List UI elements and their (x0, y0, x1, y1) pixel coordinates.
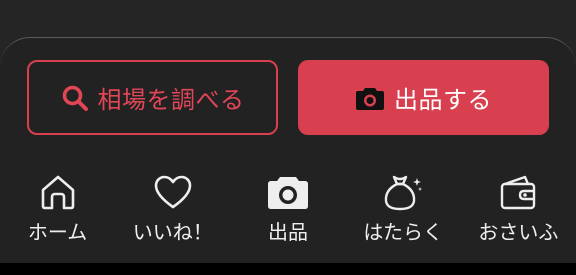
nav-label-likes: いいね！ (132, 220, 213, 244)
home-icon (39, 170, 77, 214)
sell-button[interactable]: 出品する (298, 60, 549, 135)
camera-icon (267, 170, 309, 214)
app-screen: 相場を調べる 出品する ホーム いいね！ 出品 はたらく おさいふ (0, 0, 576, 275)
nav-item-likes[interactable]: いいね！ (115, 170, 230, 245)
nav-item-sell[interactable]: 出品 (230, 170, 345, 245)
sell-label: 出品する (394, 86, 492, 114)
nav-item-home[interactable]: ホーム (0, 170, 115, 245)
nav-label-work: はたらく (363, 220, 444, 244)
heart-icon (153, 170, 193, 214)
nav-label-sell: 出品 (268, 220, 308, 244)
money-bag-icon (382, 170, 424, 214)
nav-item-wallet[interactable]: おさいふ (461, 170, 576, 245)
search-price-button[interactable]: 相場を調べる (27, 60, 278, 135)
wallet-icon (499, 170, 537, 214)
camera-icon (355, 85, 385, 111)
system-bar (0, 263, 576, 275)
bottom-navigation: ホーム いいね！ 出品 はたらく おさいふ (0, 170, 576, 245)
search-price-label: 相場を調べる (97, 86, 245, 114)
action-row: 相場を調べる 出品する (0, 60, 576, 136)
nav-item-work[interactable]: はたらく (346, 170, 461, 245)
nav-label-home: ホーム (27, 220, 88, 244)
nav-label-wallet: おさいふ (478, 220, 559, 244)
search-icon (61, 84, 89, 112)
